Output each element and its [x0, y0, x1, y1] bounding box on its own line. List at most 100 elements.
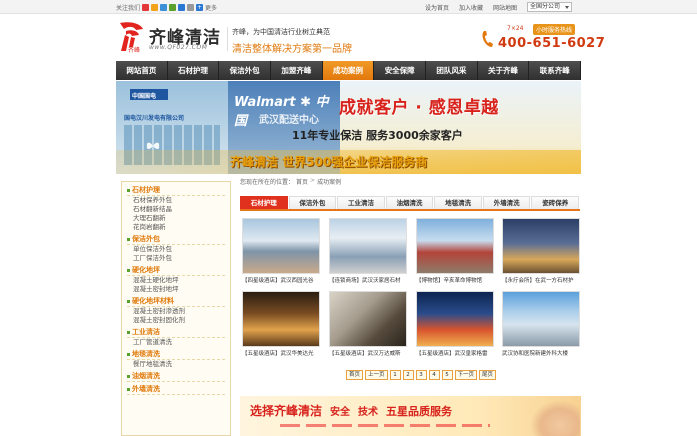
nav-contact[interactable]: 联系齐峰	[529, 61, 582, 80]
more-share-label[interactable]: 更多	[205, 3, 217, 12]
case-card[interactable]: 【五星级酒店】武汉皇家格雷	[416, 291, 494, 359]
sidebar-title[interactable]: 油烟清洗	[127, 371, 225, 382]
sidebar-title-text: 工业清洁	[132, 328, 160, 336]
sidebar-item[interactable]: 大理石翻新	[127, 214, 225, 223]
nav-stone-care[interactable]: 石材护理	[168, 61, 220, 80]
case-photo[interactable]	[242, 291, 320, 347]
nav-cleaning-outsourcing[interactable]: 保洁外包	[219, 61, 272, 80]
sidebar-title[interactable]: 工业清洁	[127, 327, 225, 338]
sidebar-item[interactable]: 单位保洁外包	[127, 245, 225, 254]
case-photo[interactable]	[416, 291, 494, 347]
sidebar-item[interactable]: 工厂保洁外包	[127, 254, 225, 263]
sidebar-item[interactable]: 混凝土硬化地坪	[127, 276, 225, 285]
weibo-share-icon[interactable]	[142, 4, 150, 11]
sidebar-title[interactable]: 石材护理	[127, 185, 225, 196]
case-caption[interactable]: 【五星级酒店】武汉万达威斯	[329, 349, 407, 357]
nav-franchise[interactable]: 加盟齐峰	[271, 61, 323, 80]
nav-team[interactable]: 团队风采	[426, 61, 478, 80]
case-caption[interactable]: 【博物馆】辛亥革命博物馆	[416, 276, 494, 284]
case-card[interactable]: 【五星级酒店】武汉万达威斯	[329, 291, 407, 359]
top-links: 设为首页 加入收藏 网站地图	[425, 3, 517, 12]
banner-headline: 成就客户 · 感恩卓越	[339, 98, 499, 118]
site-header: 齐峰 齐峰清洁 www.QF027.COM 齐峰，为中国清洁行业树立典范 清洁整…	[0, 15, 697, 60]
sidebar-group-hardened-floor: 硬化地坪 混凝土硬化地坪 混凝土密封地坪	[127, 265, 225, 294]
sidebar-item[interactable]: 混凝土密封渗透剂	[127, 307, 225, 316]
sidebar-item[interactable]: 石材翻新结晶	[127, 205, 225, 214]
douban-share-icon[interactable]	[187, 4, 195, 11]
sidebar-item[interactable]: 混凝土密封地坪	[127, 285, 225, 294]
sitemap-link[interactable]: 网站地图	[493, 3, 517, 12]
sidebar-item[interactable]: 工厂管道清洗	[127, 338, 225, 347]
qzone-share-icon[interactable]	[151, 4, 159, 11]
sidebar-title[interactable]: 硬化地坪	[127, 265, 225, 276]
sidebar-title[interactable]: 保洁外包	[127, 234, 225, 245]
nav-home[interactable]: 网站首页	[116, 61, 168, 80]
page-next[interactable]: 下一页	[454, 370, 478, 380]
nav-safety[interactable]: 安全保障	[374, 61, 427, 80]
case-caption[interactable]: 【四星级酒店】武汉西园光谷	[242, 276, 320, 284]
slogan-line-1: 齐峰，为中国清洁行业树立典范	[232, 28, 330, 36]
case-photo[interactable]	[329, 218, 407, 274]
case-card[interactable]: 【五星级酒店】武汉华美达光	[242, 291, 320, 359]
page-first[interactable]: 首页	[346, 370, 364, 380]
page-number[interactable]: 2	[402, 370, 414, 380]
kaixin-share-icon[interactable]	[178, 4, 186, 11]
add-favorite-link[interactable]: 加入收藏	[459, 3, 483, 12]
promo-safety: 安全	[330, 407, 351, 418]
case-caption[interactable]: 【永疗会所】在武一方石材护	[502, 276, 580, 284]
tab-industrial-cleaning[interactable]: 工业清洁	[337, 196, 385, 209]
site-logo[interactable]: 齐峰 齐峰清洁 www.QF027.COM	[116, 21, 228, 55]
branch-select[interactable]: 全国分公司	[527, 2, 572, 12]
set-homepage-link[interactable]: 设为首页	[425, 3, 449, 12]
chevron-down-icon	[565, 6, 569, 9]
tab-fume-cleaning[interactable]: 油烟清洗	[385, 196, 434, 209]
page-number[interactable]: 5	[441, 370, 453, 380]
case-photo[interactable]	[502, 291, 580, 347]
case-photo[interactable]	[416, 218, 494, 274]
sidebar-item[interactable]: 石材保养外包	[127, 196, 225, 205]
promo-banner[interactable]: 选择齐峰清洁 安全 技术 五星品质服务	[240, 396, 581, 436]
page-number[interactable]: 3	[415, 370, 427, 380]
case-card[interactable]: 【永疗会所】在武一方石材护	[502, 218, 580, 286]
bullet-icon	[127, 237, 130, 241]
tab-cleaning-outsourcing[interactable]: 保洁外包	[288, 196, 337, 209]
page-number[interactable]: 4	[428, 370, 440, 380]
case-card[interactable]: 【博物馆】辛亥革命博物馆	[416, 218, 494, 286]
case-card[interactable]: 【四星级酒店】武汉西园光谷	[242, 218, 320, 286]
sidebar-title[interactable]: 地毯清洗	[127, 349, 225, 360]
case-card[interactable]: 【连锁商场】武汉沃家居石材	[329, 218, 407, 286]
case-card[interactable]: 武汉协和医院新建外科大楼	[502, 291, 580, 359]
sidebar-item[interactable]: 混凝土密封固化剂	[127, 316, 225, 325]
page-last[interactable]: 尾页	[479, 370, 497, 380]
sidebar-item[interactable]: 花岗岩翻新	[127, 223, 225, 232]
follow-us: 关注我们 + 更多	[116, 3, 217, 12]
case-photo[interactable]	[242, 218, 320, 274]
hero-banner[interactable]: 中国国电 国电汉川发电有限公司 Walmart ✱ 中国 武汉配送中心 成就客户…	[116, 81, 581, 174]
case-photo[interactable]	[502, 218, 580, 274]
case-caption[interactable]: 【连锁商场】武汉沃家居石材	[329, 276, 407, 284]
renren-share-icon[interactable]	[169, 4, 177, 11]
nav-about[interactable]: 关于齐峰	[478, 61, 530, 80]
sidebar-title[interactable]: 硬化地坪材料	[127, 296, 225, 307]
more-share-icon[interactable]: +	[196, 4, 204, 11]
case-caption[interactable]: 武汉协和医院新建外科大楼	[502, 349, 580, 357]
tencent-weibo-share-icon[interactable]	[160, 4, 168, 11]
banner-subline: 11年专业保洁 服务3000余家客户	[292, 129, 463, 142]
bullet-icon	[127, 387, 130, 391]
tab-carpet-cleaning[interactable]: 地毯清洗	[434, 196, 482, 209]
tab-stone-care[interactable]: 石材护理	[240, 196, 288, 209]
case-caption[interactable]: 【五星级酒店】武汉华美达光	[242, 349, 320, 357]
case-photo[interactable]	[329, 291, 407, 347]
sidebar-group-cleaning-outsourcing: 保洁外包 单位保洁外包 工厂保洁外包	[127, 234, 225, 263]
nav-success-cases[interactable]: 成功案例	[322, 61, 375, 80]
page-prev[interactable]: 上一页	[365, 370, 388, 380]
main-nav: 网站首页 石材护理 保洁外包 加盟齐峰 成功案例 安全保障 团队风采 关于齐峰 …	[116, 61, 582, 80]
sidebar-title-text: 地毯清洗	[132, 350, 160, 358]
sidebar-title[interactable]: 外墙清洗	[127, 384, 225, 395]
sidebar-item[interactable]: 餐厅地毯清洗	[127, 360, 225, 369]
tab-facade-cleaning[interactable]: 外墙清洗	[482, 196, 531, 209]
page-number[interactable]: 1	[389, 370, 401, 380]
tab-tile-care[interactable]: 瓷砖保养	[531, 196, 580, 209]
case-caption[interactable]: 【五星级酒店】武汉皇家格雷	[416, 349, 494, 357]
breadcrumb-home[interactable]: 首页	[296, 177, 308, 186]
